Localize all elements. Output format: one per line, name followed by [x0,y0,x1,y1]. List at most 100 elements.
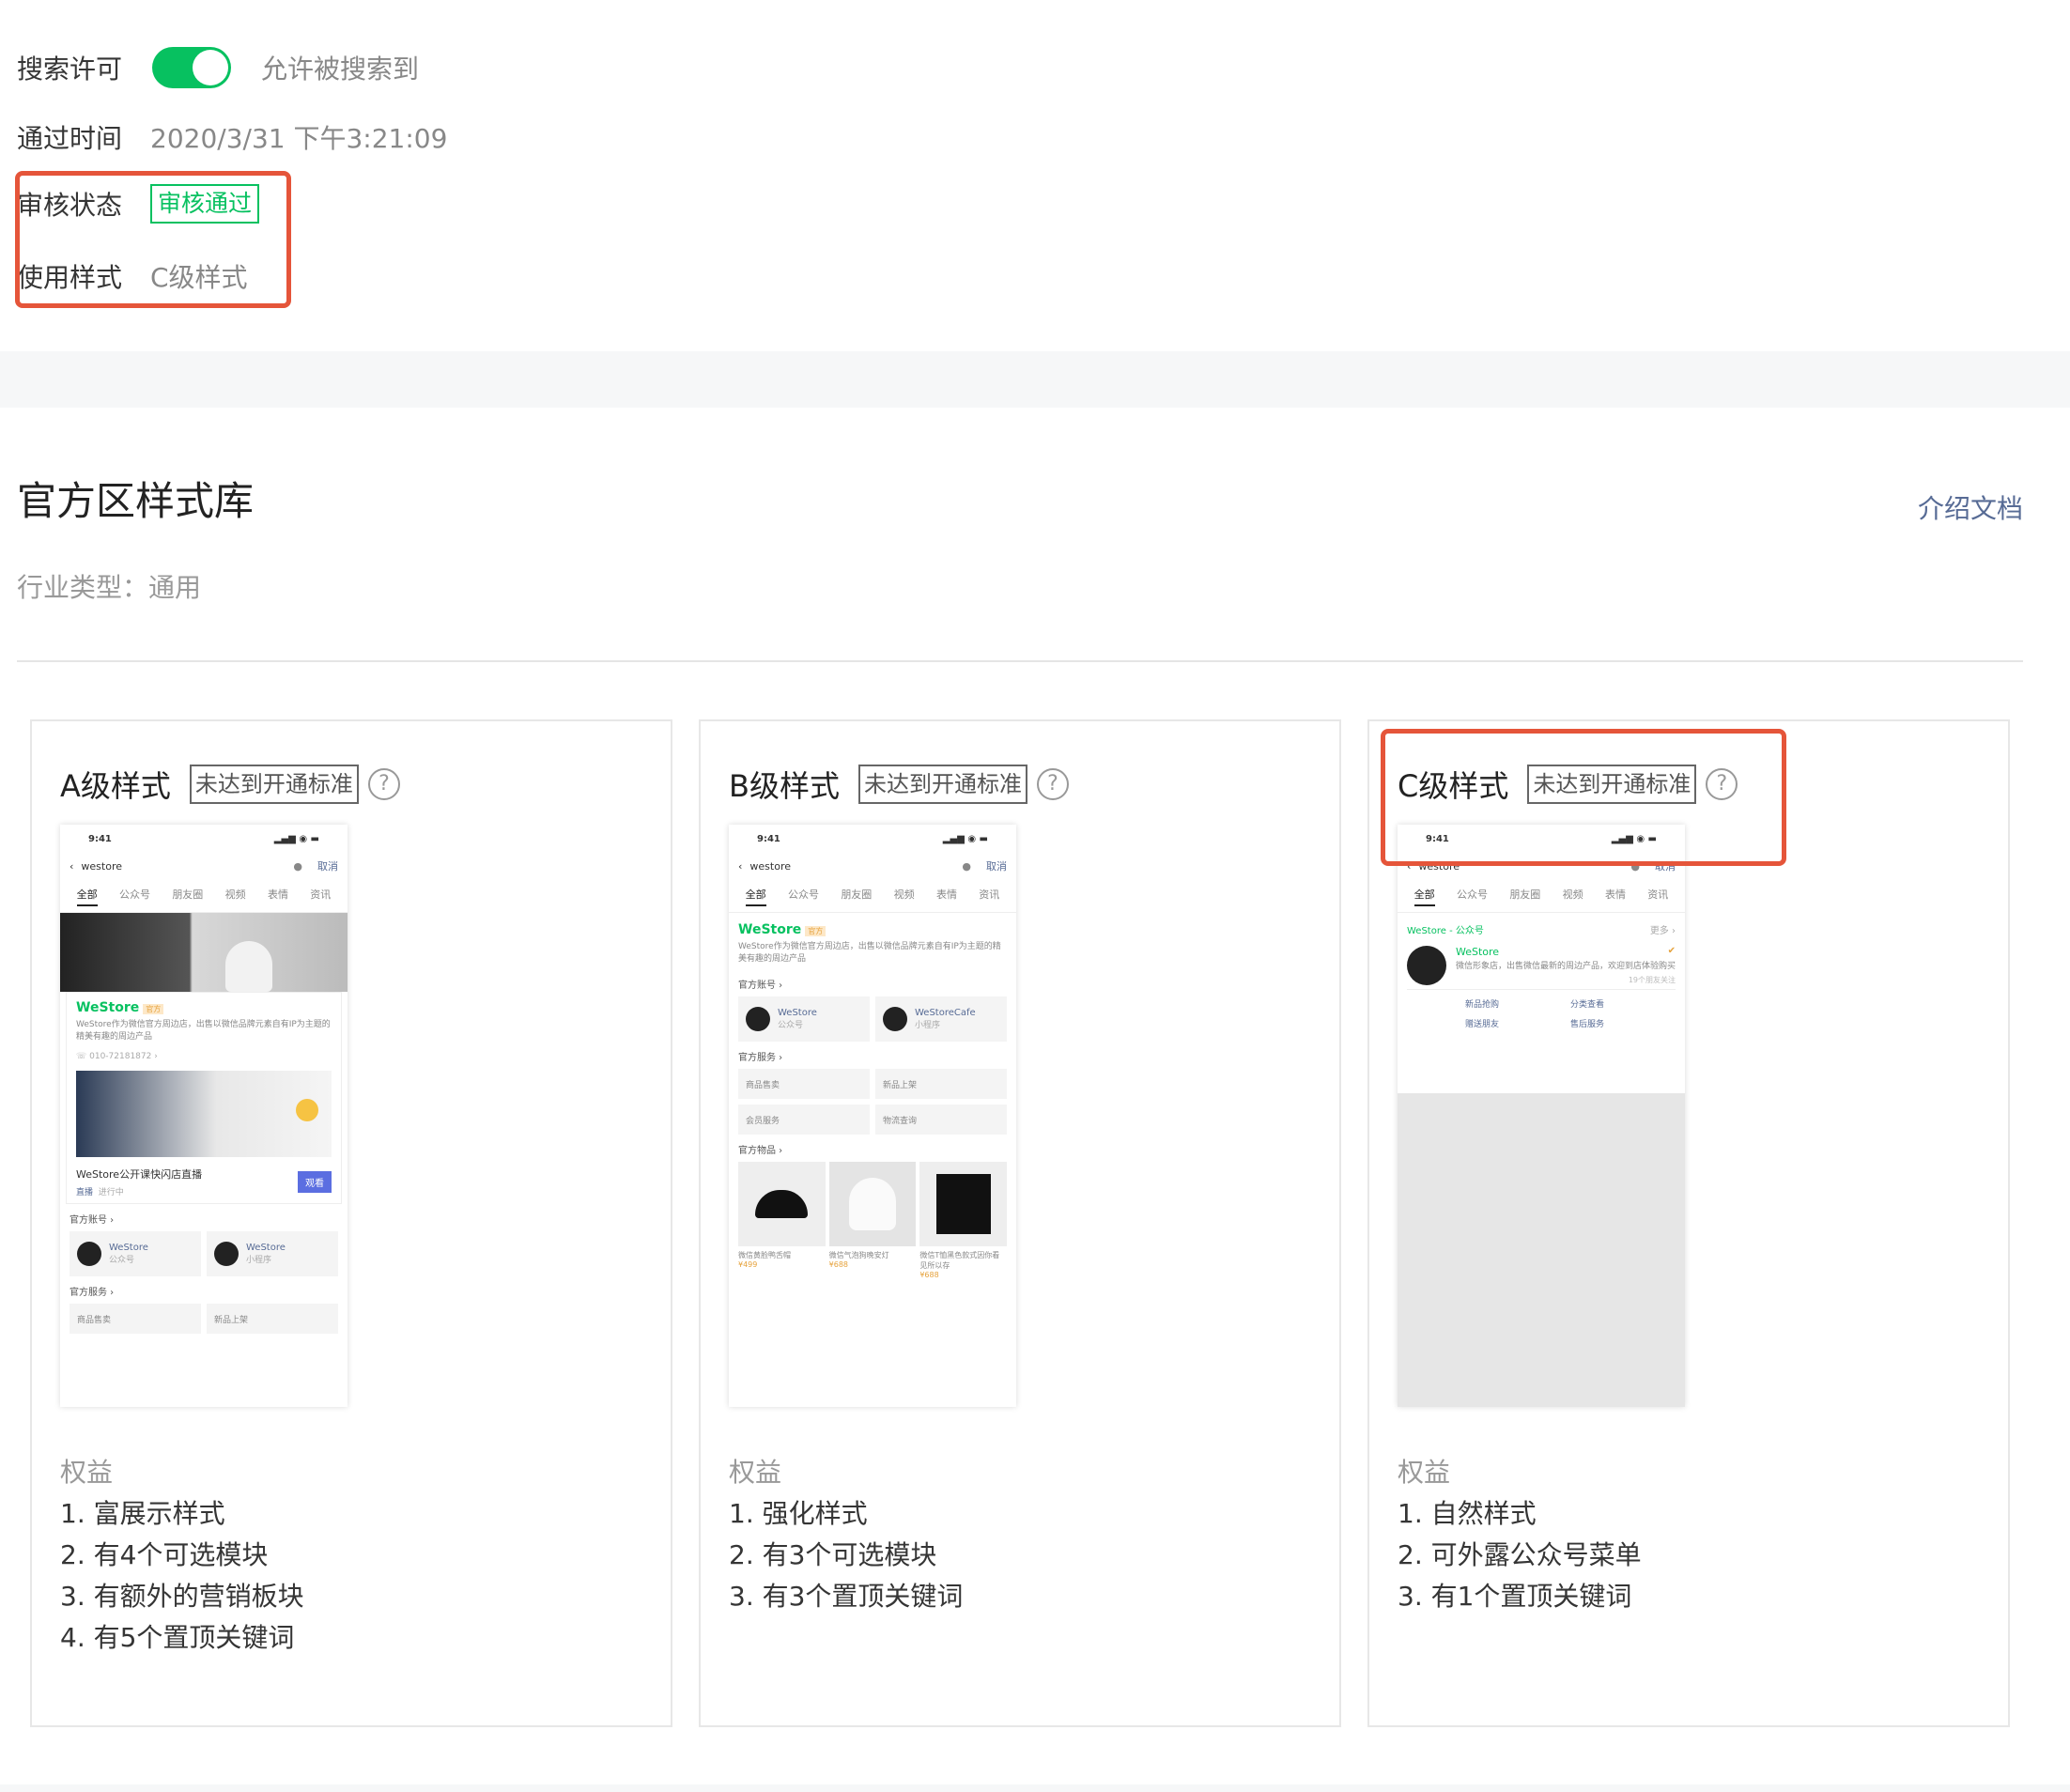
phone-query: westore [81,859,122,873]
account-item: WeStore 小程序 [207,1231,338,1276]
phone-tab: 资讯 [310,888,332,901]
brand-desc: WeStore作为微信官方周边店，出售以微信品牌元素自有IP为主题的精美有趣的周… [738,942,1001,964]
phone-time: 9:41 [757,833,780,844]
phone-tab: 公众号 [787,888,819,901]
divider [17,660,2023,662]
account-type: 公众号 [778,1021,804,1030]
phone-tab: 视频 [893,888,915,901]
account-type: 公众号 [109,1256,135,1265]
avatar [77,1242,101,1266]
phone-tab: 资讯 [1647,888,1669,901]
cap-image [738,1162,826,1246]
goods-item: 微信气泡狗晚安灯 ¥688 [828,1162,917,1279]
brand-desc: WeStore作为微信官方周边店，出售以微信品牌元素自有IP为主题的精美有趣的周… [76,1020,331,1042]
phone-tab: 朋友圈 [1509,888,1541,901]
more-label: 更多 [1649,926,1669,936]
standard-tag: 未达到开通标准 [189,765,359,804]
account-item: WeStore 公众号 [70,1231,201,1276]
phone-number: 010-72181872 [89,1052,152,1061]
rights-item: 3. 有额外的营销板块 [60,1581,304,1612]
section-label: 官方账号 [70,1215,107,1226]
back-icon: ‹ [70,859,74,873]
c-more-link: 更多 › [1649,926,1676,936]
blank-placeholder-area [1398,1093,1685,1407]
phone-status-bar: 9:41 ▂▄▆ ◉ ▬ [60,825,348,853]
search-permission-toggle[interactable] [152,47,231,88]
c-account-desc: 微信形象店，出售微信最新的周边产品，欢迎到店体验购买 [1456,962,1676,971]
help-icon[interactable]: ? [1036,768,1069,800]
section-label: 官方账号 [738,981,776,991]
account-type: 小程序 [246,1256,272,1265]
phone-tab: 表情 [935,888,957,901]
live-status: 进行中 [98,1188,124,1197]
phone-tab: 全部 [1413,887,1435,906]
goods-name: 微信气泡狗晚安灯 [828,1251,889,1259]
style-library-title: 官方区样式库 [17,478,255,524]
service-item: 新品上架 [207,1304,338,1334]
phone-status-bar: 9:41 ▂▄▆ ◉ ▬ [729,825,1016,853]
rights-item: 1. 强化样式 [729,1498,868,1529]
rights-list: 权益 1. 自然样式 2. 可外露公众号菜单 3. 有1个置顶关键词 [1398,1452,1642,1617]
section-label: 官方服务 [738,1053,776,1063]
phone-tabs: 全部 公众号 朋友圈 视频 表情 资讯 [60,879,348,913]
c-account-row: WeStore ✔ 微信形象店，出售微信最新的周边产品，欢迎到店体验购买 19个朋… [1398,942,1685,989]
search-permission-row: 搜索许可 允许被搜索到 [17,47,419,88]
signal-icon: ▂▄▆ ◉ ▬ [942,833,988,844]
goods-price: ¥499 [738,1260,758,1269]
intro-doc-link[interactable]: 介绍文档 [1918,488,2023,526]
help-icon[interactable]: ? [367,768,400,800]
avatar [883,1007,907,1031]
style-card-b: B级样式 未达到开通标准 ? 9:41 ▂▄▆ ◉ ▬ ‹ westore ● … [699,719,1341,1727]
official-goods-title: 官方物品 › [738,1146,783,1156]
phone-tabs: 全部 公众号 朋友圈 视频 表情 资讯 [729,879,1016,913]
account-name: WeStore [778,1008,817,1018]
rights-item: 2. 可外露公众号菜单 [1398,1539,1642,1570]
brand-card: WeStore 官方 WeStore作为微信官方周边店，出售以微信品牌元素自有IP… [66,992,342,1204]
avatar [1407,946,1446,985]
goods-item: 微信T恤黑色款式因你看见所以存 ¥688 [919,1162,1007,1279]
avatar [746,1007,770,1031]
rights-title: 权益 [1398,1457,1451,1488]
service-item: 新品上架 [875,1069,1007,1099]
highlight-box-status [15,171,291,308]
service-item: 物流查询 [875,1105,1007,1135]
card-header: B级样式 未达到开通标准 ? [729,763,1069,806]
verified-icon: ✔ [1667,946,1676,956]
plush-dog-image [828,1162,917,1246]
official-services-title: 官方服务 › [70,1288,115,1298]
search-permission-label: 搜索许可 [17,54,123,85]
card-title: A级样式 [60,768,171,804]
phone-tab: 朋友圈 [172,888,204,901]
menu-item: 分类查看 [1570,1000,1605,1010]
c-result-header: WeStore - 公众号 更多 › [1398,913,1685,942]
goods-item: 微信黄脸鸭舌帽 ¥499 [738,1162,826,1279]
c-account-name: WeStore [1456,946,1500,958]
rights-item: 3. 有1个置顶关键词 [1398,1581,1632,1612]
c-menu-grid: 新品抢购 分类查看 赠送朋友 售后服务 [1407,989,1676,1039]
official-accounts-title: 官方账号 › [738,981,783,991]
account-item: WeStoreCafe 小程序 [875,996,1007,1042]
phone-tab: 全部 [745,887,766,906]
signal-icon: ▂▄▆ ◉ ▬ [273,833,319,844]
phone-tab: 朋友圈 [841,888,873,901]
bottom-band [0,1784,2070,1792]
accounts-grid: WeStore 公众号 WeStore 小程序 [60,1231,348,1276]
plush-dog-icon [225,941,272,992]
service-item: 商品售卖 [70,1304,201,1334]
search-permission-value: 允许被搜索到 [261,54,420,85]
style-card-c: C级样式 未达到开通标准 ? 9:41 ▂▄▆ ◉ ▬ ‹ westore ● … [1367,719,2010,1727]
menu-item: 售后服务 [1570,1020,1605,1029]
rights-item: 1. 富展示样式 [60,1498,225,1529]
goods-name: 微信T恤黑色款式因你看见所以存 [919,1251,1000,1270]
live-title: WeStore公开课快闪店直播 [76,1168,203,1181]
industry-type: 行业类型：通用 [17,572,202,603]
account-name: WeStore [109,1243,148,1253]
goods-name: 微信黄脸鸭舌帽 [738,1251,791,1259]
section-label: 官方物品 [738,1146,776,1156]
phone-tab: 视频 [1562,888,1583,901]
account-type: 小程序 [915,1021,941,1030]
live-tag: 直播 [76,1188,94,1197]
phone-tab: 资讯 [979,888,1000,901]
standard-tag: 未达到开通标准 [857,765,1027,804]
avatar [214,1242,239,1266]
